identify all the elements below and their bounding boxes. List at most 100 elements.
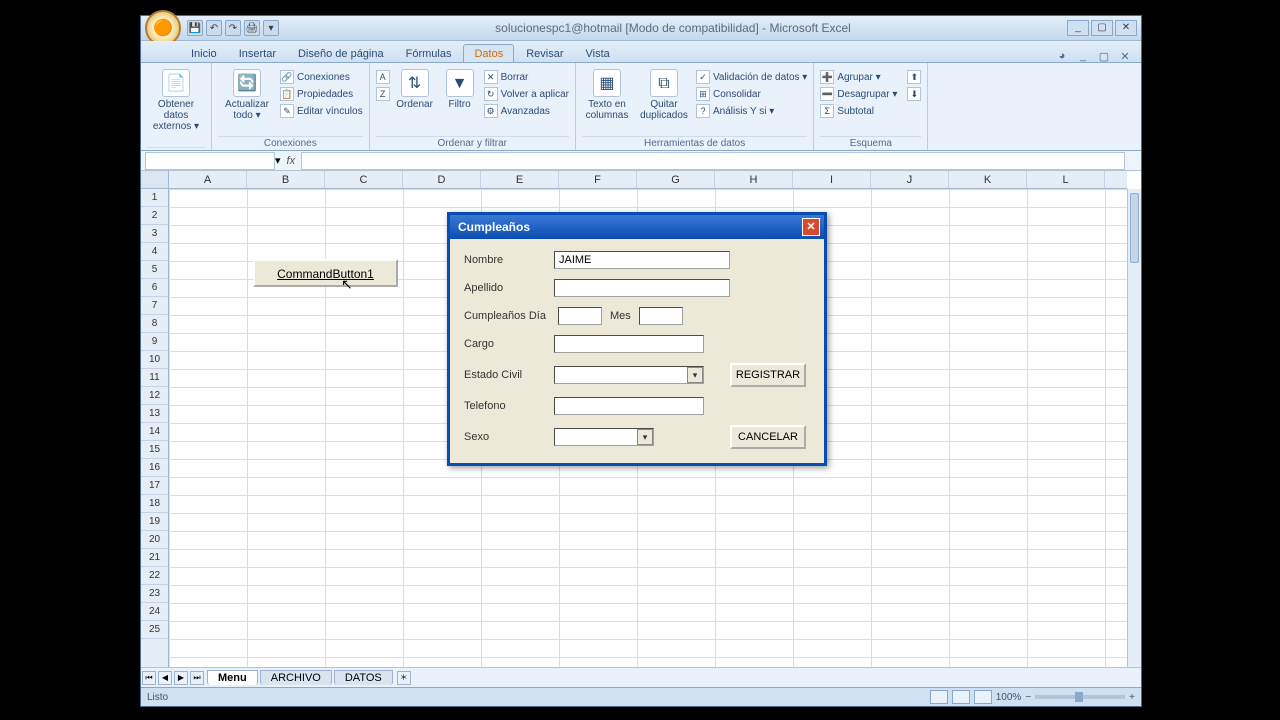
- row-header[interactable]: 20: [141, 531, 168, 549]
- page-layout-view-button[interactable]: [952, 690, 970, 704]
- column-header[interactable]: I: [793, 171, 871, 188]
- ribbon-close-icon[interactable]: ✕: [1117, 48, 1133, 64]
- select-all-corner[interactable]: [141, 171, 169, 189]
- ribbon-restore-icon[interactable]: ▢: [1096, 48, 1112, 64]
- sort-az-button[interactable]: A: [376, 69, 390, 85]
- new-sheet-button[interactable]: ＊: [397, 671, 411, 685]
- column-header[interactable]: B: [247, 171, 325, 188]
- zoom-out-button[interactable]: −: [1025, 692, 1031, 703]
- apellido-field[interactable]: [554, 279, 730, 297]
- sheet-tab-menu[interactable]: Menu: [207, 670, 258, 685]
- column-header[interactable]: F: [559, 171, 637, 188]
- subtotal-button[interactable]: ΣSubtotal: [820, 103, 897, 119]
- tab-datos[interactable]: Datos: [463, 44, 514, 62]
- tab-vista[interactable]: Vista: [576, 45, 620, 62]
- next-sheet-button[interactable]: ▶: [174, 671, 188, 685]
- column-header[interactable]: K: [949, 171, 1027, 188]
- row-header[interactable]: 22: [141, 567, 168, 585]
- filter-button[interactable]: ▼ Filtro: [440, 69, 480, 110]
- namebox-dropdown-icon[interactable]: ▾: [275, 154, 281, 167]
- scrollbar-thumb[interactable]: [1130, 193, 1139, 263]
- row-header[interactable]: 6: [141, 279, 168, 297]
- last-sheet-button[interactable]: ⏭: [190, 671, 204, 685]
- ribbon-minimize-icon[interactable]: _: [1075, 48, 1091, 64]
- reapply-button[interactable]: ↻Volver a aplicar: [484, 86, 569, 102]
- advanced-button[interactable]: ⚙Avanzadas: [484, 103, 569, 119]
- sheet-tab-archivo[interactable]: ARCHIVO: [260, 670, 332, 685]
- clear-filter-button[interactable]: ✕Borrar: [484, 69, 569, 85]
- undo-icon[interactable]: ↶: [206, 20, 222, 36]
- row-header[interactable]: 24: [141, 603, 168, 621]
- row-header[interactable]: 16: [141, 459, 168, 477]
- normal-view-button[interactable]: [930, 690, 948, 704]
- text-to-columns-button[interactable]: ▦ Texto en columnas: [582, 69, 632, 121]
- dialog-titlebar[interactable]: Cumpleaños ✕: [450, 215, 824, 239]
- row-header[interactable]: 2: [141, 207, 168, 225]
- tab-fórmulas[interactable]: Fórmulas: [396, 45, 462, 62]
- column-header[interactable]: G: [637, 171, 715, 188]
- row-header[interactable]: 10: [141, 351, 168, 369]
- row-header[interactable]: 4: [141, 243, 168, 261]
- row-header[interactable]: 15: [141, 441, 168, 459]
- row-header[interactable]: 3: [141, 225, 168, 243]
- help-icon[interactable]: ◕: [1054, 48, 1070, 64]
- remove-duplicates-button[interactable]: ⧉ Quitar duplicados: [636, 69, 692, 121]
- mes-field[interactable]: [639, 307, 683, 325]
- row-header[interactable]: 11: [141, 369, 168, 387]
- formula-bar[interactable]: [301, 152, 1125, 170]
- page-break-view-button[interactable]: [974, 690, 992, 704]
- refresh-all-button[interactable]: 🔄 Actualizar todo ▾: [218, 69, 276, 121]
- tab-inicio[interactable]: Inicio: [181, 45, 227, 62]
- cargo-field[interactable]: [554, 335, 704, 353]
- edit-links-button[interactable]: ✎Editar vínculos: [280, 103, 363, 119]
- consolidate-button[interactable]: ⊞Consolidar: [696, 86, 807, 102]
- get-external-data-button[interactable]: 📄 Obtener datos externos ▾: [147, 69, 205, 132]
- expand-icon[interactable]: ⬆: [907, 69, 921, 85]
- whatif-button[interactable]: ?Análisis Y si ▾: [696, 103, 807, 119]
- estado-dropdown-icon[interactable]: ▾: [687, 367, 703, 383]
- save-icon[interactable]: 💾: [187, 20, 203, 36]
- first-sheet-button[interactable]: ⏮: [142, 671, 156, 685]
- row-header[interactable]: 7: [141, 297, 168, 315]
- dialog-close-button[interactable]: ✕: [802, 218, 820, 236]
- print-icon[interactable]: 🖨: [244, 20, 260, 36]
- ungroup-button[interactable]: ➖Desagrupar ▾: [820, 86, 897, 102]
- sort-button[interactable]: ⇅ Ordenar: [394, 69, 436, 110]
- row-header[interactable]: 19: [141, 513, 168, 531]
- column-header[interactable]: J: [871, 171, 949, 188]
- cancelar-button[interactable]: CANCELAR: [730, 425, 806, 449]
- row-header[interactable]: 1: [141, 189, 168, 207]
- row-header[interactable]: 14: [141, 423, 168, 441]
- dia-field[interactable]: [558, 307, 602, 325]
- row-header[interactable]: 8: [141, 315, 168, 333]
- row-header[interactable]: 21: [141, 549, 168, 567]
- column-header[interactable]: A: [169, 171, 247, 188]
- command-button-1[interactable]: CommandButton1: [253, 259, 398, 287]
- row-header[interactable]: 23: [141, 585, 168, 603]
- telefono-field[interactable]: [554, 397, 704, 415]
- tab-insertar[interactable]: Insertar: [229, 45, 286, 62]
- row-header[interactable]: 9: [141, 333, 168, 351]
- tab-revisar[interactable]: Revisar: [516, 45, 573, 62]
- sheet-tab-datos[interactable]: DATOS: [334, 670, 393, 685]
- maximize-button[interactable]: ▢: [1091, 20, 1113, 36]
- column-header[interactable]: D: [403, 171, 481, 188]
- zoom-in-button[interactable]: +: [1129, 692, 1135, 703]
- nombre-field[interactable]: [554, 251, 730, 269]
- row-header[interactable]: 12: [141, 387, 168, 405]
- redo-icon[interactable]: ↷: [225, 20, 241, 36]
- name-box[interactable]: [145, 152, 275, 170]
- column-header[interactable]: C: [325, 171, 403, 188]
- minimize-button[interactable]: _: [1067, 20, 1089, 36]
- sort-za-button[interactable]: Z: [376, 86, 390, 102]
- row-header[interactable]: 17: [141, 477, 168, 495]
- qat-more-icon[interactable]: ▾: [263, 20, 279, 36]
- row-header[interactable]: 18: [141, 495, 168, 513]
- registrar-button[interactable]: REGISTRAR: [730, 363, 806, 387]
- group-button[interactable]: ➕Agrupar ▾: [820, 69, 897, 85]
- properties-button[interactable]: 📋Propiedades: [280, 86, 363, 102]
- zoom-slider[interactable]: [1035, 695, 1125, 699]
- row-header[interactable]: 25: [141, 621, 168, 639]
- column-header[interactable]: H: [715, 171, 793, 188]
- row-header[interactable]: 5: [141, 261, 168, 279]
